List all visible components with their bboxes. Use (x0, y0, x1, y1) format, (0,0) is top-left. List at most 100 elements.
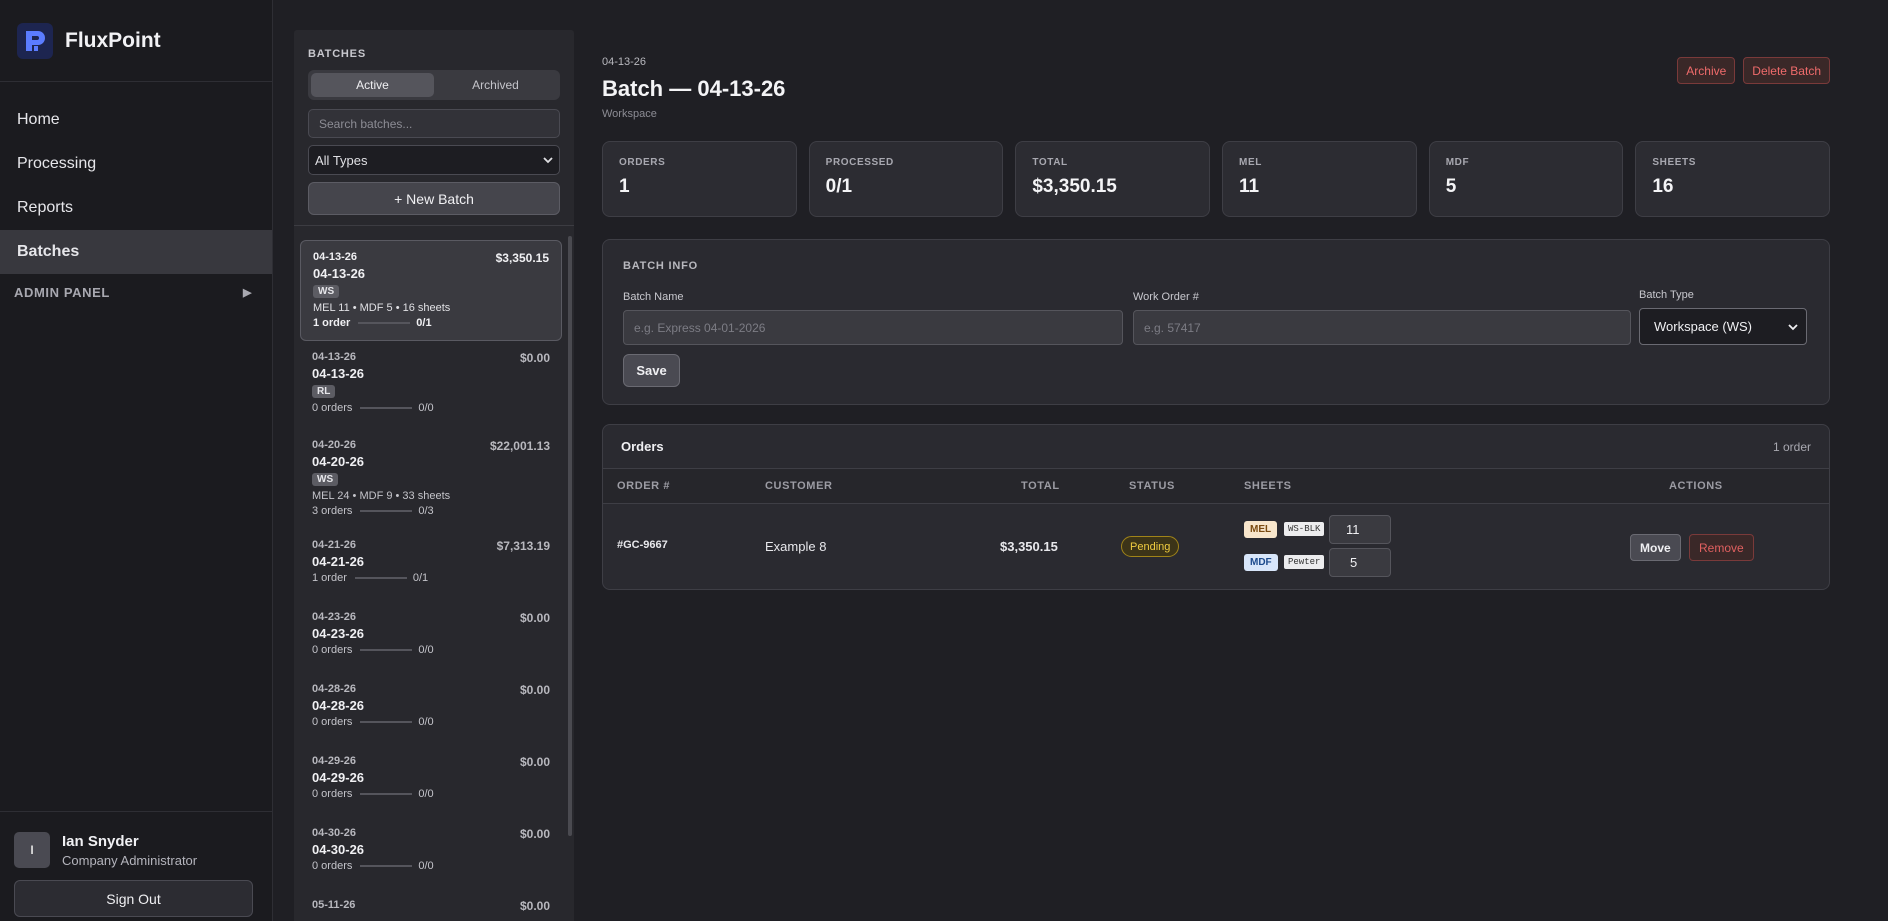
batch-date: 04-23-26 (312, 611, 357, 623)
work-order-label: Work Order # (1133, 291, 1199, 303)
batch-progress-bar (360, 865, 413, 867)
orders-table-header: ORDER # CUSTOMER TOTAL STATUS SHEETS ACT… (603, 469, 1829, 504)
save-button[interactable]: Save (623, 354, 680, 387)
batch-list-item[interactable]: 04-28-26 $0.00 04-28-26 0 orders 0/0 (300, 673, 562, 745)
batch-order-count: 0 orders (312, 644, 353, 656)
column-header-customer[interactable]: CUSTOMER (765, 480, 833, 492)
tab-archived[interactable]: Archived (434, 73, 557, 97)
batch-progress: 0/0 (418, 716, 434, 728)
batch-list-item[interactable]: 04-29-26 $0.00 04-29-26 0 orders 0/0 (300, 745, 562, 817)
column-header-order[interactable]: ORDER # (617, 480, 670, 492)
batch-type-filter-value: All Types (315, 152, 368, 168)
batches-panel: BATCHES Active Archived All Types + New … (294, 30, 574, 921)
batch-name: 04-28-26 (312, 698, 365, 713)
stat-card-mdf: MDF 5 (1428, 141, 1624, 217)
stat-label: TOTAL (1032, 157, 1068, 168)
batch-search-input[interactable] (308, 109, 560, 138)
stat-card-processed: PROCESSED 0/1 (808, 141, 1004, 217)
batch-date: 04-13-26 (312, 351, 357, 363)
orders-count: 1 order (1772, 439, 1811, 454)
table-row[interactable]: #GC-9667 Example 8 $3,350.15 Pending MEL… (603, 504, 1829, 589)
column-header-total[interactable]: TOTAL (1021, 480, 1060, 492)
stat-label: PROCESSED (825, 157, 894, 168)
sheet-qty-input[interactable]: 11 (1329, 515, 1391, 544)
caret-right-icon: ▶ (242, 286, 252, 299)
nav-item-batches[interactable]: Batches (0, 230, 272, 274)
batch-list-item[interactable]: 04-21-26 $7,313.19 04-21-26 1 order 0/1 (300, 529, 562, 601)
stats-row: ORDERS 1 PROCESSED 0/1 TOTAL $3,350.15 M… (602, 141, 1831, 217)
batch-list-item[interactable]: 04-13-26 $3,350.15 04-13-26 WS MEL 11 • … (300, 240, 562, 341)
batch-amount: $0.00 (519, 351, 550, 365)
move-order-button[interactable]: Move (1630, 534, 1681, 561)
sidebar: FluxPoint Home Processing Reports Batche… (0, 0, 273, 921)
admin-panel-toggle[interactable]: ADMIN PANEL ▶ (0, 274, 272, 310)
work-order-input[interactable] (1133, 310, 1631, 345)
batch-order-count: 0 orders (312, 788, 353, 800)
batch-type-value: Workspace (WS) (1654, 319, 1752, 334)
avatar: I (14, 832, 50, 868)
batch-list-item[interactable]: 04-30-26 $0.00 04-30-26 0 orders 0/0 (300, 817, 562, 889)
batch-order-count: 0 orders (312, 716, 353, 728)
sheet-qty-input[interactable]: 5 (1329, 548, 1391, 577)
batch-info-title: BATCH INFO (623, 260, 699, 272)
batch-type-filter[interactable]: All Types (308, 145, 560, 175)
order-number[interactable]: #GC-9667 (617, 539, 668, 551)
page-subtitle: Workspace (602, 108, 657, 120)
batch-type-tag: RL (312, 385, 336, 398)
divider (294, 225, 574, 226)
order-total: $3,350.15 (1000, 539, 1058, 554)
batch-order-count: 3 orders (312, 505, 353, 517)
material-badge-mdf: MDF (1244, 554, 1278, 571)
batch-progress: 0/0 (418, 860, 434, 872)
tab-active[interactable]: Active (311, 73, 434, 97)
batch-amount: $0.00 (519, 683, 550, 697)
batch-amount: $22,001.13 (489, 439, 550, 453)
batch-progress: 0/0 (418, 402, 434, 414)
column-header-actions: ACTIONS (1669, 480, 1723, 492)
batch-type-select[interactable]: Workspace (WS) (1639, 308, 1807, 345)
nav-item-reports[interactable]: Reports (0, 186, 272, 230)
batch-name: 04-23-26 (312, 626, 365, 641)
batch-order-count: 1 order (313, 317, 351, 329)
batch-list-item[interactable]: 04-13-26 $0.00 04-13-26 RL 0 orders 0/0 (300, 341, 562, 429)
column-header-sheets: SHEETS (1244, 480, 1292, 492)
delete-batch-button[interactable]: Delete Batch (1743, 57, 1830, 84)
new-batch-button[interactable]: + New Batch (308, 182, 560, 215)
column-header-status[interactable]: STATUS (1129, 480, 1175, 492)
stat-card-sheets: SHEETS 16 (1635, 141, 1831, 217)
batch-info-card: BATCH INFO Batch Name Work Order # Batch… (602, 239, 1830, 405)
batch-list-item[interactable]: 05-11-26 $0.00 (300, 889, 562, 921)
batch-list-item[interactable]: 04-23-26 $0.00 04-23-26 0 orders 0/0 (300, 601, 562, 673)
stat-card-total: TOTAL $3,350.15 (1015, 141, 1211, 217)
archive-button[interactable]: Archive (1677, 57, 1736, 84)
batch-list-item[interactable]: 04-20-26 $22,001.13 04-20-26 WS MEL 24 •… (300, 429, 562, 529)
batch-amount: $7,313.19 (496, 539, 550, 553)
batch-name-input[interactable] (623, 310, 1123, 345)
nav-item-processing[interactable]: Processing (0, 142, 272, 186)
app-name: FluxPoint (65, 28, 161, 52)
stat-card-mel: MEL 11 (1222, 141, 1417, 217)
batch-date: 04-28-26 (312, 683, 357, 695)
remove-order-button[interactable]: Remove (1689, 534, 1754, 561)
stat-value: 11 (1239, 176, 1260, 197)
batch-list: 04-13-26 $3,350.15 04-13-26 WS MEL 11 • … (300, 240, 562, 921)
brand[interactable]: FluxPoint (0, 0, 272, 82)
batch-sheets-summary: MEL 11 • MDF 5 • 16 sheets (313, 302, 451, 314)
batch-name: 04-13-26 (312, 366, 365, 381)
batch-type-tag: WS (312, 473, 339, 486)
batch-amount: $0.00 (519, 611, 550, 625)
sign-out-button[interactable]: Sign Out (14, 880, 253, 917)
stat-label: ORDERS (619, 157, 666, 168)
batch-name: 04-29-26 (312, 770, 365, 785)
status-badge: Pending (1121, 536, 1180, 557)
material-badge-mel: MEL (1244, 521, 1278, 538)
batch-list-scrollbar[interactable] (568, 236, 572, 836)
orders-title: Orders (621, 439, 664, 454)
orders-card: Orders 1 order ORDER # CUSTOMER TOTAL ST… (602, 424, 1830, 590)
nav-item-home[interactable]: Home (0, 98, 272, 142)
user-name: Ian Snyder (62, 832, 139, 850)
batch-progress-bar (360, 649, 413, 651)
chevron-down-icon (1788, 323, 1798, 330)
stat-value: 5 (1445, 176, 1457, 197)
batch-amount: $0.00 (519, 899, 550, 913)
